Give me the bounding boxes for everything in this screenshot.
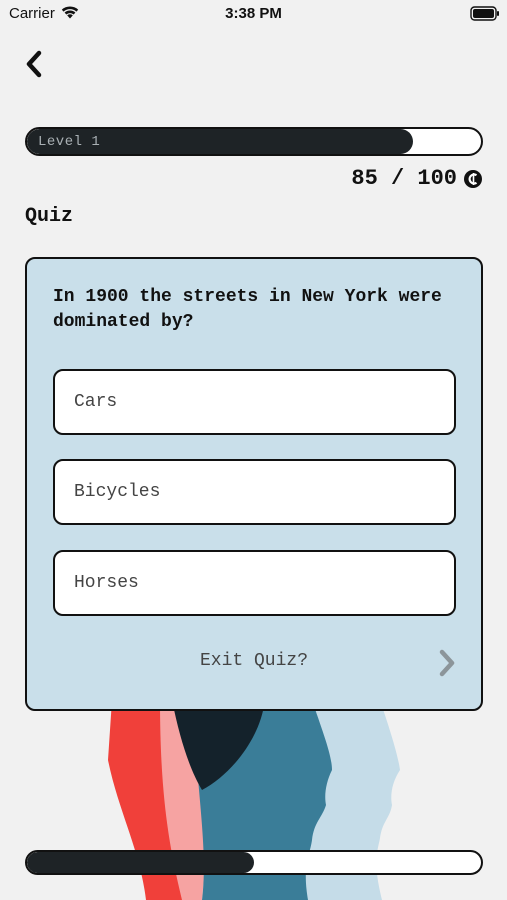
answer-option-horses[interactable]: Horses	[53, 550, 456, 616]
status-time: 3:38 PM	[225, 5, 282, 22]
status-bar: Carrier 3:38 PM	[0, 0, 507, 28]
back-button[interactable]	[18, 46, 54, 82]
quiz-progress-fill	[27, 852, 254, 873]
coin-icon	[464, 169, 482, 188]
exit-quiz-link[interactable]: Exit Quiz?	[27, 651, 481, 671]
answer-label: Cars	[74, 392, 118, 412]
answer-option-bicycles[interactable]: Bicycles	[53, 459, 456, 525]
answer-label: Bicycles	[74, 482, 161, 502]
answer-option-cars[interactable]: Cars	[53, 369, 456, 435]
score-text: 85 / 100	[351, 166, 457, 191]
level-progress-bar: Level 1	[25, 127, 483, 156]
next-button[interactable]	[434, 647, 460, 679]
level-label: Level 1	[38, 134, 101, 150]
question-text: In 1900 the streets in New York were dom…	[53, 287, 442, 332]
quiz-card: In 1900 the streets in New York were dom…	[25, 257, 483, 711]
battery-icon	[470, 6, 499, 21]
page-title: Quiz	[25, 205, 74, 228]
quiz-progress-bar	[25, 850, 483, 875]
answer-label: Horses	[74, 573, 139, 593]
score-display: 85 / 100	[351, 166, 483, 191]
chevron-right-icon	[439, 649, 455, 677]
chevron-left-icon	[26, 50, 42, 78]
